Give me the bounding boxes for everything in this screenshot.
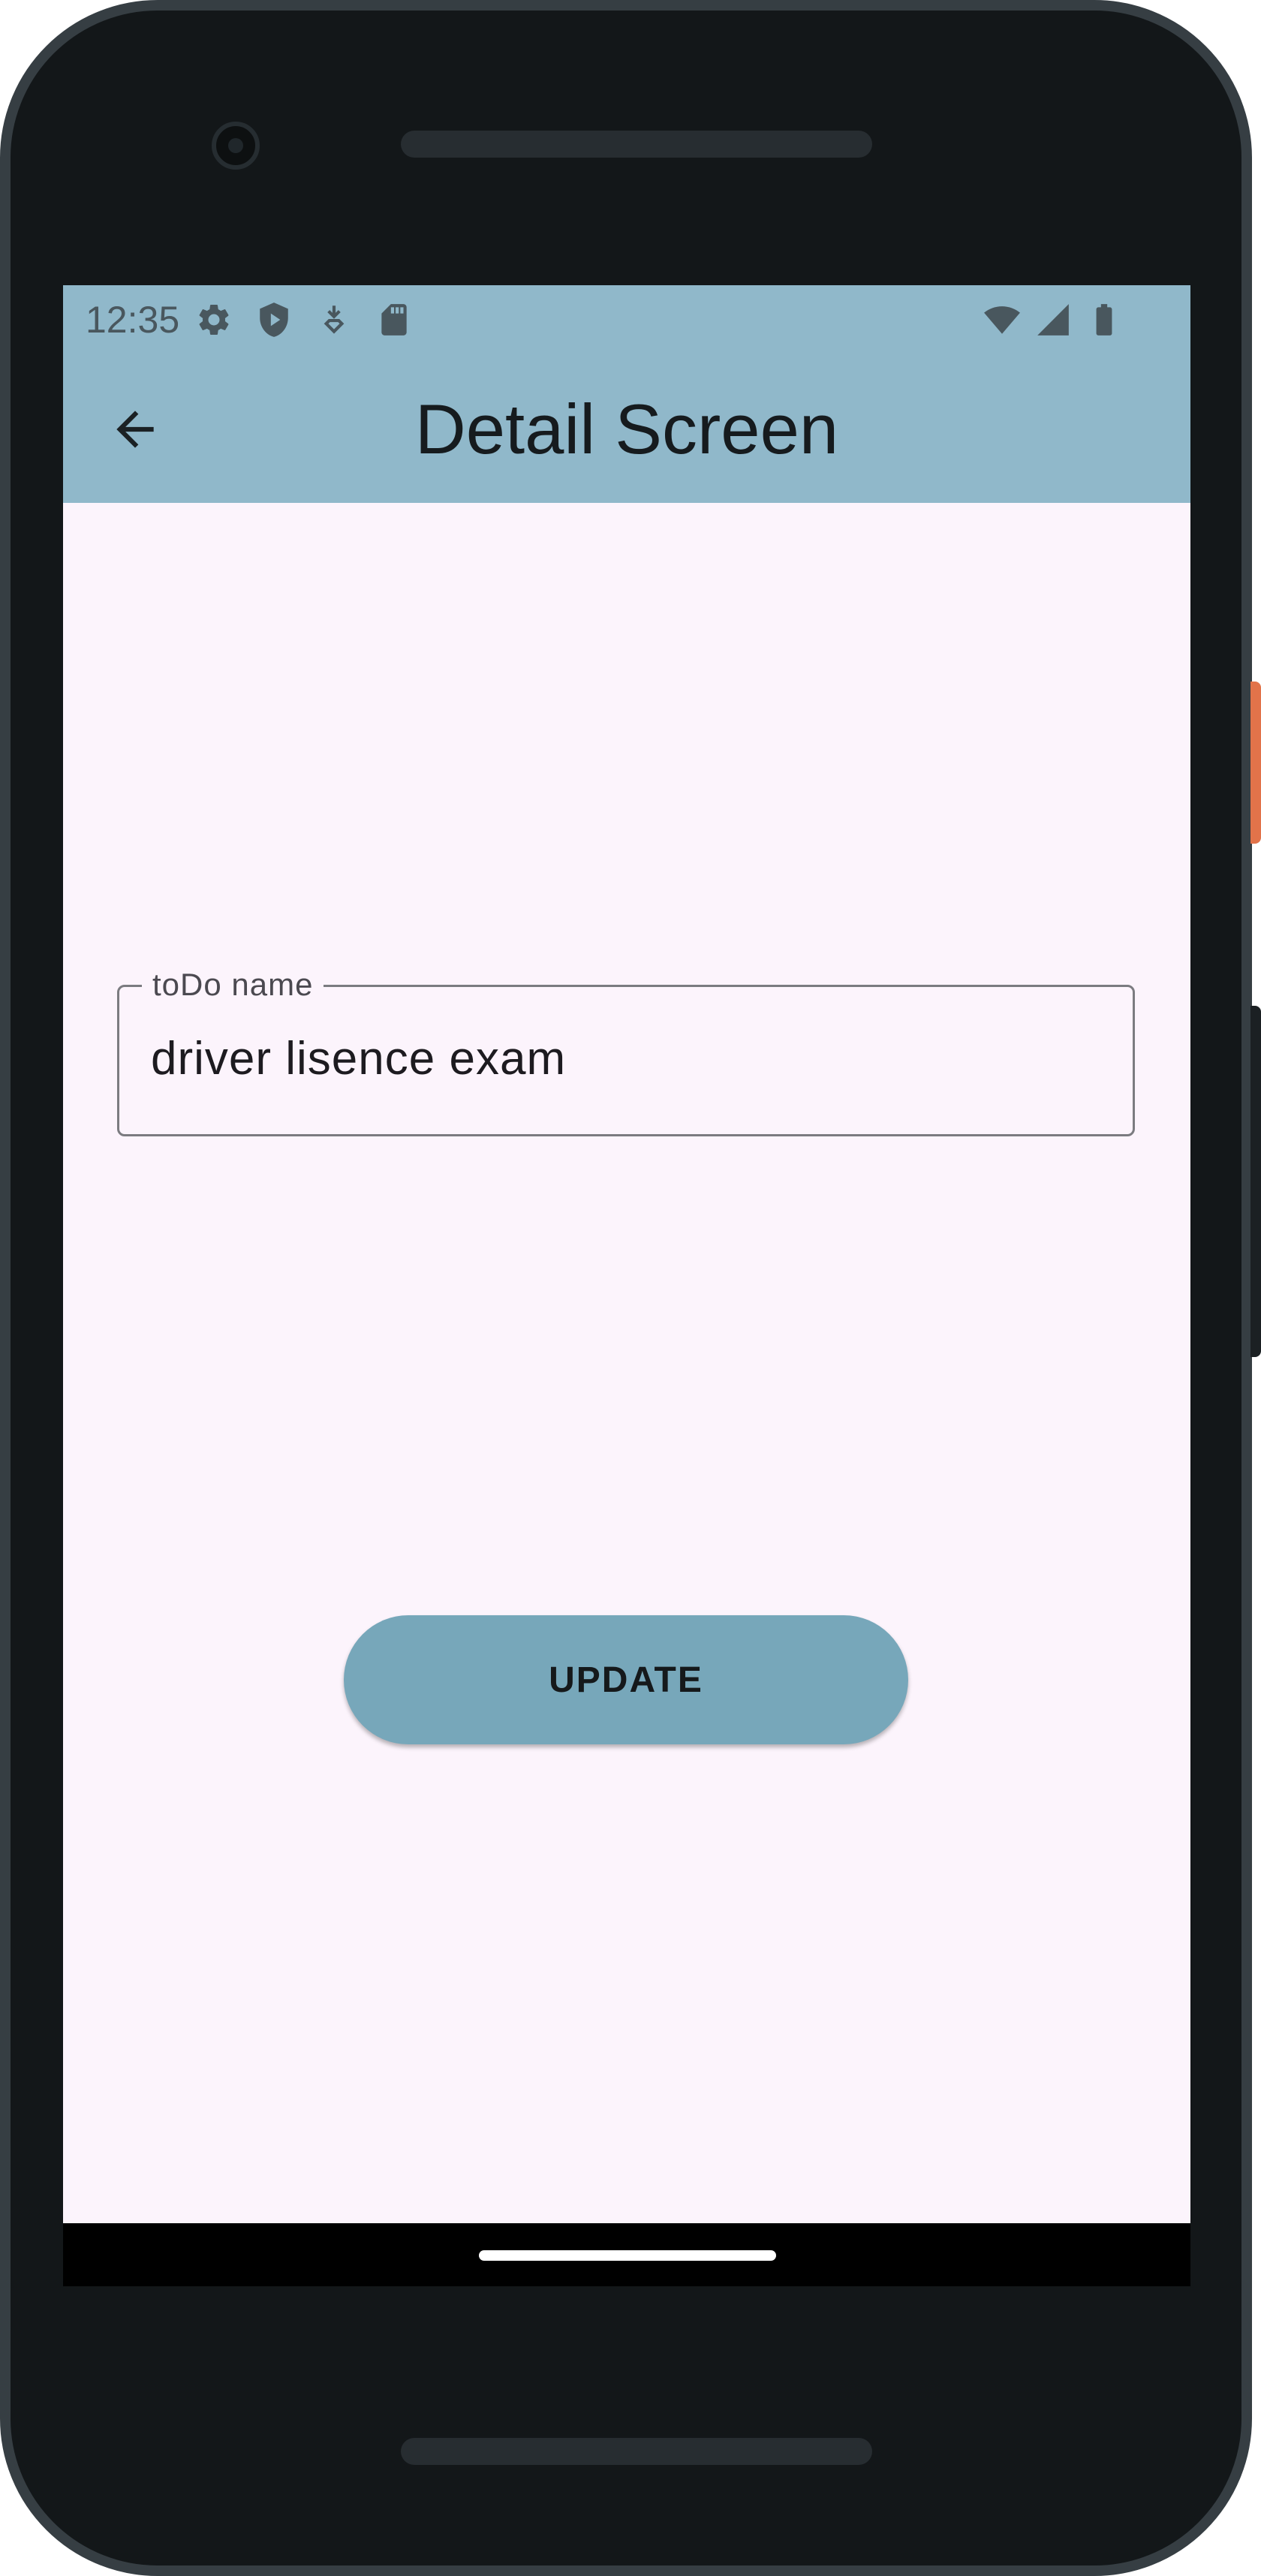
front-camera xyxy=(212,122,260,170)
shield-play-icon xyxy=(260,302,288,337)
status-time: 12:35 xyxy=(86,299,180,341)
status-system-icons xyxy=(983,297,1123,342)
settings-icon xyxy=(199,304,229,335)
status-notification-icons xyxy=(195,297,413,342)
download-icon xyxy=(324,305,345,334)
app-bar: Detail Screen xyxy=(63,354,1190,503)
navigation-bar xyxy=(63,2223,1190,2286)
todo-name-field[interactable]: toDo name driver lisence exam xyxy=(117,964,1135,1136)
update-button-label: UPDATE xyxy=(549,1660,703,1700)
status-bar: 12:35 xyxy=(63,285,1190,354)
wifi-icon xyxy=(984,306,1020,334)
todo-name-label: toDo name xyxy=(142,964,324,1005)
bottom-speaker xyxy=(401,2438,872,2465)
volume-button[interactable] xyxy=(1250,1006,1261,1357)
sd-card-icon xyxy=(381,304,407,336)
page-title: Detail Screen xyxy=(414,390,839,468)
app-screen: 12:35 Detail Screen toDo name driver lis… xyxy=(63,285,1190,2286)
power-button[interactable] xyxy=(1250,682,1261,844)
cell-signal-icon xyxy=(1037,304,1069,336)
update-button[interactable]: UPDATE xyxy=(344,1615,908,1744)
battery-icon xyxy=(1096,304,1112,336)
home-gesture-handle[interactable] xyxy=(479,2250,776,2261)
top-speaker xyxy=(401,131,872,158)
todo-name-input[interactable]: driver lisence exam xyxy=(151,1029,566,1089)
